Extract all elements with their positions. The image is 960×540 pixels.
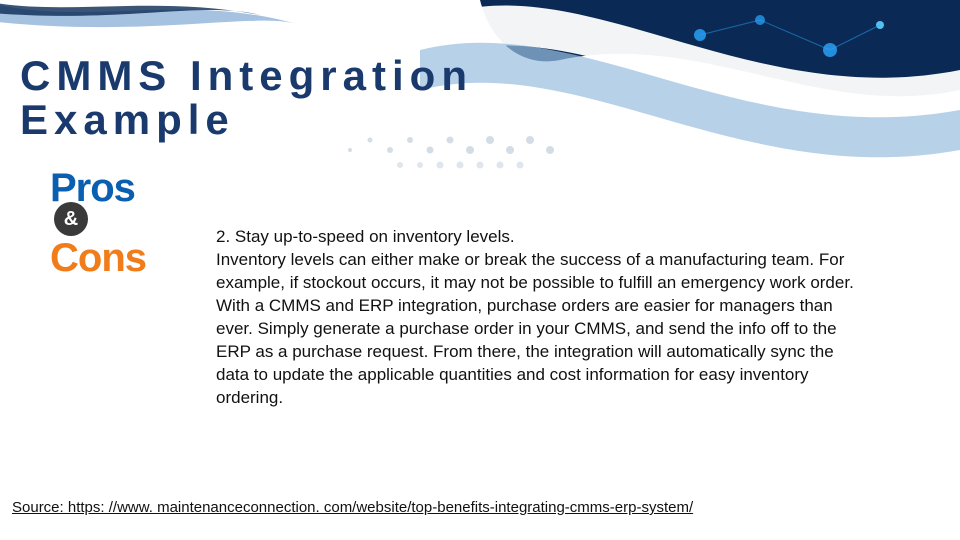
ampersand-badge: &: [54, 202, 88, 236]
body-heading: 2. Stay up-to-speed on inventory levels.: [216, 226, 856, 249]
slide: CMMS Integration Example Pros & Cons 2. …: [0, 0, 960, 540]
title-line-2: Example: [20, 96, 235, 143]
body-text: 2. Stay up-to-speed on inventory levels.…: [216, 226, 856, 410]
title-line-1: CMMS Integration: [20, 52, 473, 99]
source-label: Source:: [12, 499, 68, 516]
source-citation: Source: https: //www. maintenanceconnect…: [12, 499, 693, 516]
pros-label: Pros: [50, 170, 190, 206]
cons-label: Cons: [50, 240, 190, 276]
source-url: https: //www. maintenanceconnection. com…: [68, 499, 693, 516]
body-paragraph-2: With a CMMS and ERP integration, purchas…: [216, 295, 856, 410]
pros-and-cons-graphic: Pros & Cons: [50, 170, 190, 276]
page-title: CMMS Integration Example: [20, 54, 473, 142]
body-paragraph-1: Inventory levels can either make or brea…: [216, 249, 856, 295]
